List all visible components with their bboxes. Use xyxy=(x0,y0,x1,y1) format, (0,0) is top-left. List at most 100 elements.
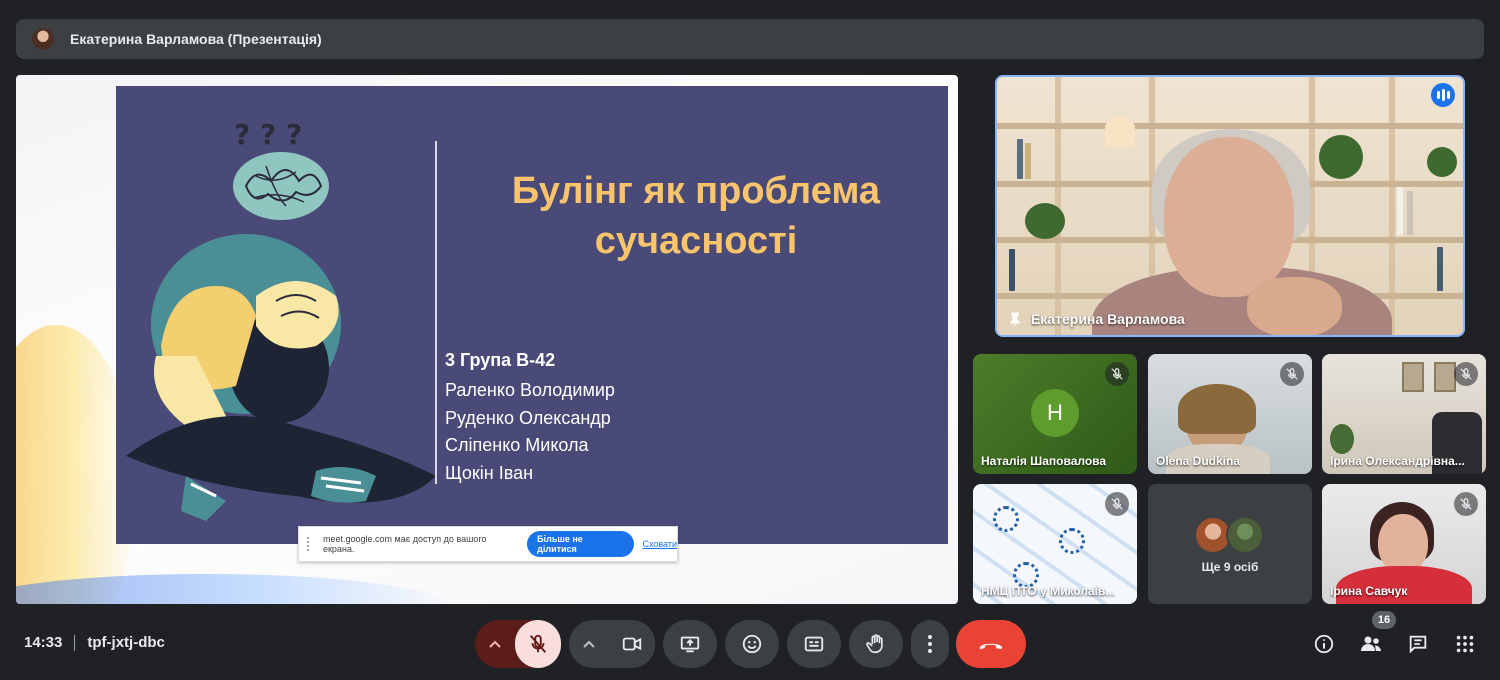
participant-name: НМЦ ПТО у Миколаїв... xyxy=(981,584,1116,598)
captions-icon xyxy=(804,636,824,652)
mic-options-button[interactable] xyxy=(475,620,515,668)
camera-toggle-button[interactable] xyxy=(609,620,655,668)
avatar: Н xyxy=(1031,389,1079,437)
member-name: Руденко Олександр xyxy=(445,407,611,428)
share-banner: meet.google.com має доступ до вашого екр… xyxy=(298,526,678,562)
participant-hair xyxy=(1178,384,1256,434)
stop-sharing-button[interactable]: Більше не ділитися xyxy=(527,531,635,557)
member-name: Раленко Володимир xyxy=(445,380,615,400)
logo-pattern xyxy=(1059,528,1085,554)
end-call-button[interactable] xyxy=(956,620,1026,668)
mic-off-icon xyxy=(1105,492,1129,516)
mic-off-icon xyxy=(1105,362,1129,386)
participant-tile[interactable]: Olena Dudkina xyxy=(1148,354,1312,474)
mic-off-icon xyxy=(1280,362,1304,386)
plant xyxy=(1330,424,1354,454)
activities-button[interactable] xyxy=(1449,628,1481,660)
member-name: Сліпенко Микола xyxy=(445,435,589,455)
hide-banner-link[interactable]: Сховати xyxy=(642,539,677,549)
participant-tile[interactable]: НМЦ ПТО у Миколаїв... xyxy=(973,484,1137,604)
more-participants-label: Ще 9 осіб xyxy=(1201,560,1259,574)
book xyxy=(1025,143,1031,179)
slide-members: Раленко Володимир Руденко Олександр Сліп… xyxy=(445,377,615,487)
drag-handle-icon[interactable] xyxy=(307,537,313,551)
people-button[interactable] xyxy=(1355,628,1387,660)
people-icon xyxy=(1361,636,1381,651)
mic-off-icon xyxy=(1454,492,1478,516)
more-options-icon xyxy=(928,635,932,653)
book xyxy=(1437,247,1443,291)
book xyxy=(1407,191,1413,235)
emoji-button[interactable] xyxy=(725,620,779,668)
meeting-details-button[interactable] xyxy=(1308,628,1340,660)
participant-name: Olena Dudkina xyxy=(1156,454,1241,468)
raise-hand-button[interactable] xyxy=(849,620,903,668)
chevron-up-icon xyxy=(583,640,595,648)
chevron-up-icon xyxy=(489,640,501,648)
meet-window: Екатерина Варламова (Презентація) ? ? ? xyxy=(0,0,1500,680)
pin-icon[interactable] xyxy=(1009,312,1021,326)
present-icon xyxy=(680,636,700,653)
slide-group: 3 Група В-42 xyxy=(445,350,556,370)
member-name: Щокін Іван xyxy=(445,462,534,483)
main-participant-name: Екатерина Варламова xyxy=(1009,311,1185,327)
book xyxy=(1017,139,1023,179)
chat-icon xyxy=(1409,635,1427,654)
separator xyxy=(74,634,76,651)
end-call-icon xyxy=(979,643,1003,649)
plant xyxy=(1025,203,1065,239)
camera-options-button[interactable] xyxy=(569,620,609,668)
participant-tile[interactable]: Ірина Олександрівна... xyxy=(1322,354,1486,474)
presenter-title: Екатерина Варламова (Презентація) xyxy=(70,31,322,47)
chat-button[interactable] xyxy=(1402,628,1434,660)
meeting-time: 14:33 xyxy=(24,634,63,651)
main-participant-label: Екатерина Варламова xyxy=(1031,311,1185,327)
meeting-info: 14:33 tpf-jxtj-dbc xyxy=(24,634,165,651)
share-banner-text: meet.google.com має доступ до вашого екр… xyxy=(322,534,487,554)
participant-tile[interactable]: Н Наталія Шаповалова xyxy=(973,354,1137,474)
captions-button[interactable] xyxy=(787,620,841,668)
person-hand xyxy=(1247,277,1342,335)
mic-off-icon xyxy=(529,634,547,653)
question-marks: ? ? ? xyxy=(234,118,302,151)
presenter-bar: Екатерина Варламова (Презентація) xyxy=(16,19,1484,59)
more-participants-avatars xyxy=(1194,516,1264,554)
avatar xyxy=(1226,516,1264,554)
participant-tile[interactable]: Ірина Савчук xyxy=(1322,484,1486,604)
book xyxy=(1397,187,1403,235)
participant-name: Ірина Олександрівна... xyxy=(1330,454,1465,468)
activities-icon xyxy=(1456,635,1474,653)
camera-icon xyxy=(622,637,642,651)
slide-divider xyxy=(435,141,437,484)
camera-control-group xyxy=(569,620,655,668)
logo-pattern xyxy=(993,506,1019,532)
lamp xyxy=(1105,117,1135,147)
stage-decoration-blue xyxy=(16,574,456,604)
person-face xyxy=(1164,137,1294,297)
info-icon xyxy=(1314,634,1334,654)
presentation-stage[interactable]: ? ? ? Булінг як проблема сучасності 3 Гр… xyxy=(16,75,958,604)
main-video-tile[interactable]: Екатерина Варламова xyxy=(995,75,1465,337)
wall-frame xyxy=(1402,362,1424,392)
participant-name: Наталія Шаповалова xyxy=(981,454,1107,468)
plant xyxy=(1427,147,1457,177)
present-button[interactable] xyxy=(663,620,717,668)
meeting-code[interactable]: tpf-jxtj-dbc xyxy=(87,634,164,651)
wall-frame xyxy=(1434,362,1456,392)
plant xyxy=(1319,135,1363,179)
more-participants-tile[interactable]: Ще 9 осіб xyxy=(1148,484,1312,604)
participant-face xyxy=(1378,514,1428,574)
mic-off-icon xyxy=(1454,362,1478,386)
mic-toggle-button[interactable] xyxy=(515,620,561,668)
book xyxy=(1009,249,1015,291)
more-options-button[interactable] xyxy=(911,620,949,668)
emoji-icon xyxy=(742,634,762,654)
speaking-indicator-icon xyxy=(1431,83,1455,107)
sad-person-illustration: ? ? ? xyxy=(126,118,436,521)
presenter-avatar xyxy=(32,28,54,50)
participant-name: Ірина Савчук xyxy=(1330,584,1408,598)
slide: ? ? ? Булінг як проблема сучасності 3 Гр… xyxy=(116,86,948,544)
mic-control-group xyxy=(475,620,561,668)
raise-hand-icon xyxy=(866,634,883,654)
slide-title: Булінг як проблема сучасності xyxy=(511,170,881,262)
